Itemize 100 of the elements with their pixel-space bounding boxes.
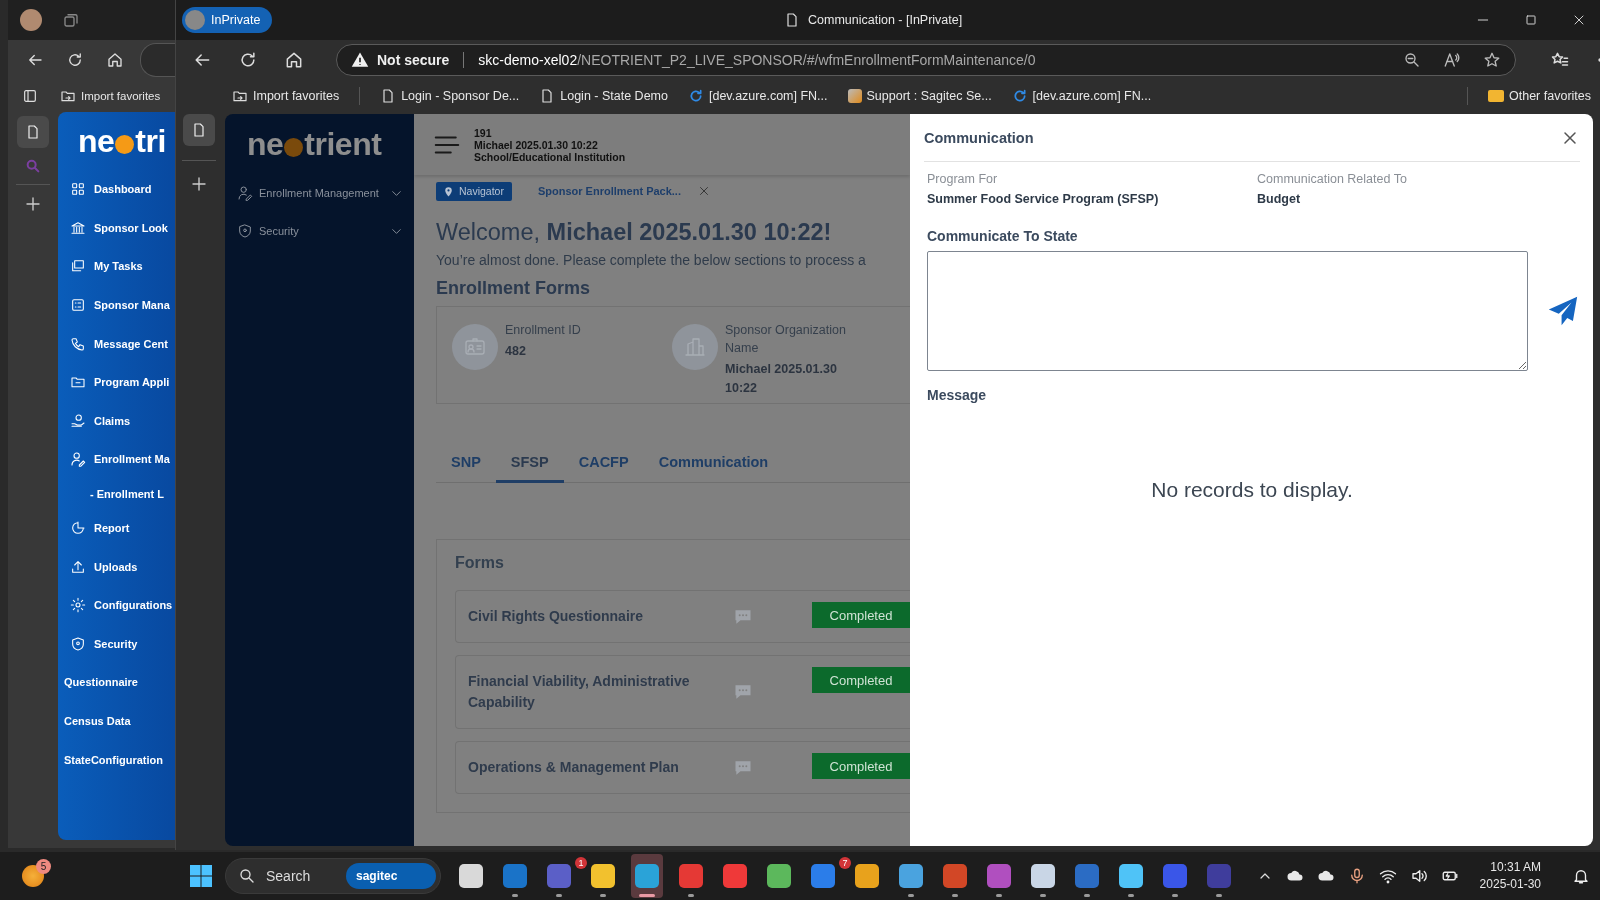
hand-icon [70,412,86,429]
sidebar-icon[interactable] [22,88,38,104]
clock-date[interactable]: 2025-01-30 [1479,876,1541,893]
shield-icon [237,223,253,239]
form-row[interactable]: Financial Viability, Administrative Capability Completed [455,655,910,729]
phone-icon [70,335,86,352]
field-value: Budget [1257,192,1302,206]
app-icon [1119,864,1143,888]
menu-item[interactable]: Sponsor Mana [94,299,170,312]
bookmark-label[interactable]: Login - Sponsor De... [401,89,520,103]
new-tab-icon[interactable] [189,175,208,193]
bookmark-label[interactable]: Import favorites [253,89,340,103]
app-icon [591,864,615,888]
person-icon [70,451,86,468]
app-icon [943,864,967,888]
new-tab-icon[interactable] [24,195,42,213]
form-row[interactable]: Operations & Management Plan Completed [455,741,910,794]
logo-text: ne [78,122,115,160]
app-icon [1207,864,1231,888]
app-icon [899,864,923,888]
star-icon[interactable] [1483,51,1501,69]
grid-icon [70,181,86,198]
menu-item[interactable]: Questionnaire [64,676,138,689]
person-icon [237,185,253,201]
menu-item[interactable]: Message Cent [94,337,168,350]
user-id: 191 [474,126,493,139]
menu-item[interactable]: Uploads [94,560,138,573]
home-icon[interactable] [106,51,124,69]
fruit-icon [284,137,304,157]
nav-item[interactable]: Enrollment Management [259,187,383,199]
bookmark-label[interactable]: Support : Sagitec Se... [866,89,992,103]
notification-badge: 7 [839,857,851,869]
app-icon [1075,864,1099,888]
fruit-icon [115,134,135,154]
wifi-icon[interactable] [1378,867,1397,885]
menu-item[interactable]: Report [94,522,130,535]
maximize-icon[interactable] [1523,12,1539,28]
menu-item[interactable]: Claims [94,414,131,427]
tabs-icon[interactable] [62,11,80,29]
message-field[interactable] [927,251,1528,371]
menu-item[interactable]: My Tasks [94,260,143,273]
volume-icon[interactable] [1409,867,1428,885]
app-icon [987,864,1011,888]
url-path: /NEOTRIENT_P2_LIVE_SPONSOR/#/wfmEnrollmentFormMaintenance/0 [577,52,1036,68]
home-icon[interactable] [284,50,304,70]
logo-text: tri [135,122,166,160]
page-icon [25,124,41,140]
bookmark-label[interactable]: Login - State Demo [560,89,668,103]
zoom-out-icon[interactable] [1403,51,1421,69]
window-title: Communication - [InPrivate] [808,13,963,27]
app-icon [767,864,791,888]
logo-text: trient [304,125,382,163]
upload-icon [70,558,86,575]
bell-icon[interactable] [1572,867,1590,885]
logo-text: ne [247,125,284,163]
read-aloud-icon[interactable] [1443,51,1461,69]
security-warning[interactable]: Not secure [377,52,450,68]
menu-item[interactable]: Program Appli [94,376,170,389]
tab-button[interactable] [17,116,49,148]
status-badge: Completed [812,667,910,693]
tab-button[interactable] [182,114,215,146]
app-icon [1163,864,1187,888]
form-row[interactable]: Civil Rights Questionnaire Completed [455,590,910,643]
shield-icon [70,635,86,652]
bookmark-label[interactable]: Other favorites [1509,89,1591,103]
bank-icon [70,219,86,236]
azure-icon [687,88,704,104]
intro-text: You’re almost done. Please complete the below sections to process a [436,252,867,268]
clock-time[interactable]: 10:31 AM [1490,859,1541,876]
section-title: Enrollment Forms [436,278,592,299]
bookmark-label[interactable]: [dev.azure.com] FN... [1032,89,1152,103]
bookmark-label[interactable]: [dev.azure.com] FN... [708,89,828,103]
search-field[interactable]: Search sagitec [225,858,441,894]
profile-avatar[interactable] [20,9,42,31]
app-icon [723,864,747,888]
menu-item[interactable]: Security [94,637,138,650]
field-value: Summer Food Service Program (SFSP) [927,192,1160,206]
inprivate-badge[interactable]: InPrivate [182,7,273,33]
bookmark-label[interactable]: Import favorites [81,90,161,102]
app-icon [855,864,879,888]
search-icon [238,867,256,885]
refresh-icon[interactable] [238,50,258,70]
nav-item[interactable]: Security [259,225,383,237]
menu-item[interactable]: Census Data [64,715,131,727]
settings-icon [70,597,86,614]
start-icon[interactable] [189,864,213,888]
panel-title: Communication [924,130,1034,146]
sagitec-icon [847,89,862,103]
menu-item[interactable]: Dashboard [94,183,152,196]
menu-item[interactable]: - Enrollment L [90,487,164,500]
menu-item[interactable]: Sponsor Look [94,221,168,234]
address-bar[interactable]: Not secure skc-demo-xel02/NEOTRIENT_P2_LIVE_SPONSOR/#/wfmEnrollmentFormMaintenance/0 [336,44,1516,76]
field-label: Program For [927,172,999,186]
menu-item[interactable]: StateConfiguration [64,753,163,766]
menu-item[interactable]: Enrollment Ma [94,453,170,466]
folder-icon [1488,90,1504,102]
refresh-icon[interactable] [66,51,84,69]
menu-item[interactable]: Configurations [94,599,173,612]
navigator-button[interactable]: Navigator [436,181,512,201]
empty-message: No records to display. [1150,478,1354,502]
